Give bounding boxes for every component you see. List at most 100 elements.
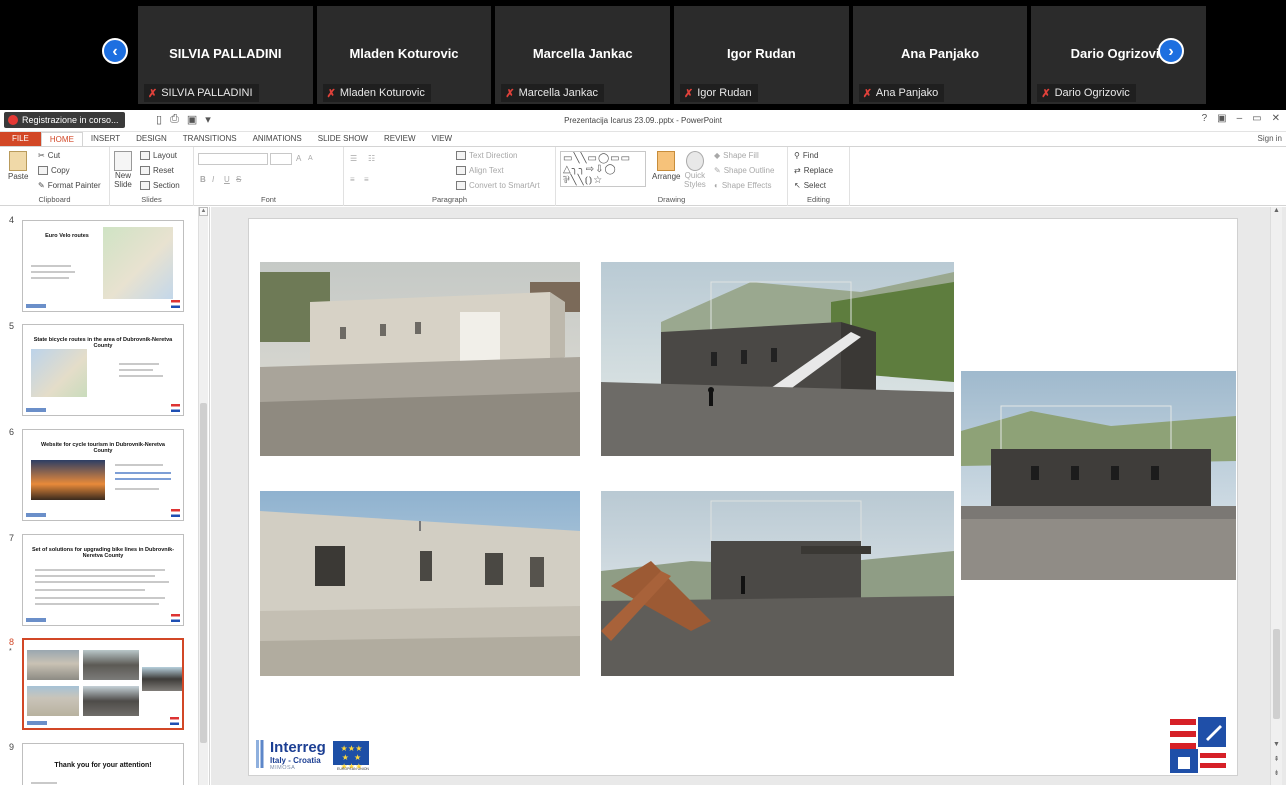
slide-number: 5 xyxy=(9,321,15,331)
strikethrough-button[interactable]: S xyxy=(236,175,241,184)
find-button[interactable]: ⚲ Find xyxy=(794,151,818,160)
copy-label: Copy xyxy=(51,166,70,175)
thumbnail-scrollbar[interactable]: ▲ xyxy=(198,207,208,785)
rendering-photo-3[interactable] xyxy=(961,371,1236,580)
tab-review[interactable]: REVIEW xyxy=(376,132,424,146)
ribbon-tabs: FILE HOME INSERT DESIGN TRANSITIONS ANIM… xyxy=(0,132,1286,146)
participant-label-text: Mladen Koturovic xyxy=(339,87,425,99)
shrink-font-button[interactable]: A xyxy=(308,155,313,162)
help-button[interactable]: ? xyxy=(1202,113,1208,124)
previous-participants-button[interactable]: ‹ xyxy=(102,38,128,64)
interreg-logo xyxy=(26,618,46,622)
quick-styles-label-2: Styles xyxy=(684,180,706,189)
text-line xyxy=(35,589,145,591)
participant-tile[interactable]: SILVIA PALLADINI ✗ SILVIA PALLADINI xyxy=(138,6,313,104)
slide-thumbnail-7[interactable]: Set of solutions for upgrading bike line… xyxy=(22,534,184,626)
shape-effects-button[interactable]: ◐ Shape Effects xyxy=(714,181,772,190)
scroll-up-icon[interactable]: ▲ xyxy=(1271,207,1282,217)
cut-button[interactable]: ✂ Cut xyxy=(38,151,60,160)
tab-slide-show[interactable]: SLIDE SHOW xyxy=(310,132,376,146)
quick-styles-button[interactable]: Quick Styles xyxy=(684,151,706,189)
old-building-photo-1[interactable] xyxy=(260,262,580,456)
section-button[interactable]: Section xyxy=(140,181,180,190)
county-flag-icon xyxy=(171,614,180,622)
effects-icon: ◐ xyxy=(714,181,719,190)
text-direction-icon xyxy=(456,151,466,160)
tab-transitions[interactable]: TRANSITIONS xyxy=(175,132,245,146)
italic-label: I xyxy=(212,175,215,184)
tab-view[interactable]: VIEW xyxy=(424,132,460,146)
slide-thumbnail-8[interactable] xyxy=(22,638,184,730)
tab-home[interactable]: HOME xyxy=(40,132,83,146)
next-participants-button[interactable]: › xyxy=(1158,38,1184,64)
layout-button[interactable]: Layout xyxy=(140,151,177,160)
meeting-participant-bar: ‹ SILVIA PALLADINI ✗ SILVIA PALLADINI Mla… xyxy=(0,0,1286,110)
numbering-button[interactable]: ☷ xyxy=(368,154,375,163)
participant-tile[interactable]: Ana Panjako ✗ Ana Panjako xyxy=(852,6,1028,104)
copy-button[interactable]: Copy xyxy=(38,166,70,175)
align-center-button[interactable]: ≡ xyxy=(364,175,369,184)
scroll-thumb[interactable] xyxy=(1273,629,1280,719)
scroll-down-icon[interactable]: ▼ xyxy=(1271,741,1282,751)
slide-thumbnail-4[interactable]: Euro Velo routes xyxy=(22,220,184,312)
restore-button[interactable]: ▭ xyxy=(1252,113,1261,124)
tab-animations[interactable]: ANIMATIONS xyxy=(245,132,310,146)
participant-tile[interactable]: Mladen Koturovic ✗ Mladen Koturovic xyxy=(316,6,492,104)
shape-outline-label: Shape Outline xyxy=(723,166,775,175)
replace-label: Replace xyxy=(803,166,834,175)
minimize-button[interactable]: – xyxy=(1237,113,1243,124)
reset-button[interactable]: Reset xyxy=(140,166,174,175)
tab-file[interactable]: FILE xyxy=(0,132,41,146)
rendering-photo-2[interactable] xyxy=(601,491,954,676)
tab-design[interactable]: DESIGN xyxy=(128,132,175,146)
arrange-icon xyxy=(657,151,676,171)
arrange-button[interactable]: Arrange xyxy=(652,151,680,181)
next-slide-icon[interactable]: ⇟ xyxy=(1271,769,1282,779)
scroll-up-icon[interactable]: ▲ xyxy=(199,207,208,216)
scroll-thumb[interactable] xyxy=(200,403,207,743)
slides-group-label: Slides xyxy=(141,195,162,204)
select-button[interactable]: ↖ Select xyxy=(794,181,826,190)
text-direction-button[interactable]: Text Direction xyxy=(456,151,517,160)
slide-thumbnail-9[interactable]: Thank you for your attention! xyxy=(22,743,184,785)
old-building-photo-2[interactable] xyxy=(260,491,580,676)
bullets-button[interactable]: ☰ xyxy=(350,154,357,163)
ribbon-display-options-button[interactable]: ▣ xyxy=(1217,113,1226,124)
font-family-select[interactable] xyxy=(198,153,268,165)
rendering-photo-1[interactable] xyxy=(601,262,954,456)
mic-muted-icon: ✗ xyxy=(326,87,336,100)
county-flag-icon xyxy=(171,300,180,308)
participant-tile[interactable]: Marcella Jankac ✗ Marcella Jankac xyxy=(495,6,671,104)
italic-button[interactable]: I xyxy=(212,175,214,184)
close-button[interactable]: ✕ xyxy=(1272,113,1280,124)
grow-font-button[interactable]: A xyxy=(296,154,301,163)
tab-insert[interactable]: INSERT xyxy=(83,132,128,146)
format-painter-button[interactable]: ✎ Format Painter xyxy=(38,181,101,190)
paragraph-group-label: Paragraph xyxy=(431,195,468,204)
new-slide-button[interactable]: New Slide xyxy=(114,151,132,189)
align-left-button[interactable]: ≡ xyxy=(350,175,355,184)
reset-icon xyxy=(140,166,150,175)
shape-outline-button[interactable]: ✎ Shape Outline xyxy=(714,166,774,175)
grow-font-label: A xyxy=(296,154,302,163)
editing-group: ⚲ Find ⇄ Replace ↖ Select Editing xyxy=(788,147,850,206)
bold-button[interactable]: B xyxy=(200,175,206,184)
smartart-icon xyxy=(456,181,466,190)
sign-in-link[interactable]: Sign in xyxy=(1258,134,1282,143)
previous-slide-icon[interactable]: ⇞ xyxy=(1271,755,1282,765)
underline-button[interactable]: U xyxy=(224,175,230,184)
shape-fill-button[interactable]: ◆ Shape Fill xyxy=(714,151,759,160)
participant-tile[interactable]: Igor Rudan ✗ Igor Rudan xyxy=(674,6,849,104)
participant-label-text: Ana Panjako xyxy=(875,87,939,99)
convert-smartart-button[interactable]: Convert to SmartArt xyxy=(456,181,540,190)
font-size-select[interactable] xyxy=(270,153,292,165)
slide-scrollbar[interactable]: ▲ ▼ ⇞ ⇟ xyxy=(1270,207,1282,785)
window-controls: ? ▣ – ▭ ✕ xyxy=(1202,113,1280,124)
slides-group: New Slide Layout Reset Section Slides xyxy=(110,147,194,206)
shapes-gallery[interactable]: ▭╲╲▭◯▭▭ △╮╮⇨⇩◯ ⅌╲╲⦅⦆☆ xyxy=(560,151,646,187)
align-text-button[interactable]: Align Text xyxy=(456,166,504,175)
paste-button[interactable]: Paste xyxy=(8,151,28,181)
slide-thumbnail-5[interactable]: State bicycle routes in the area of Dubr… xyxy=(22,324,184,416)
replace-button[interactable]: ⇄ Replace xyxy=(794,166,833,175)
slide-thumbnail-6[interactable]: Website for cycle tourism in Dubrovnik-N… xyxy=(22,429,184,521)
